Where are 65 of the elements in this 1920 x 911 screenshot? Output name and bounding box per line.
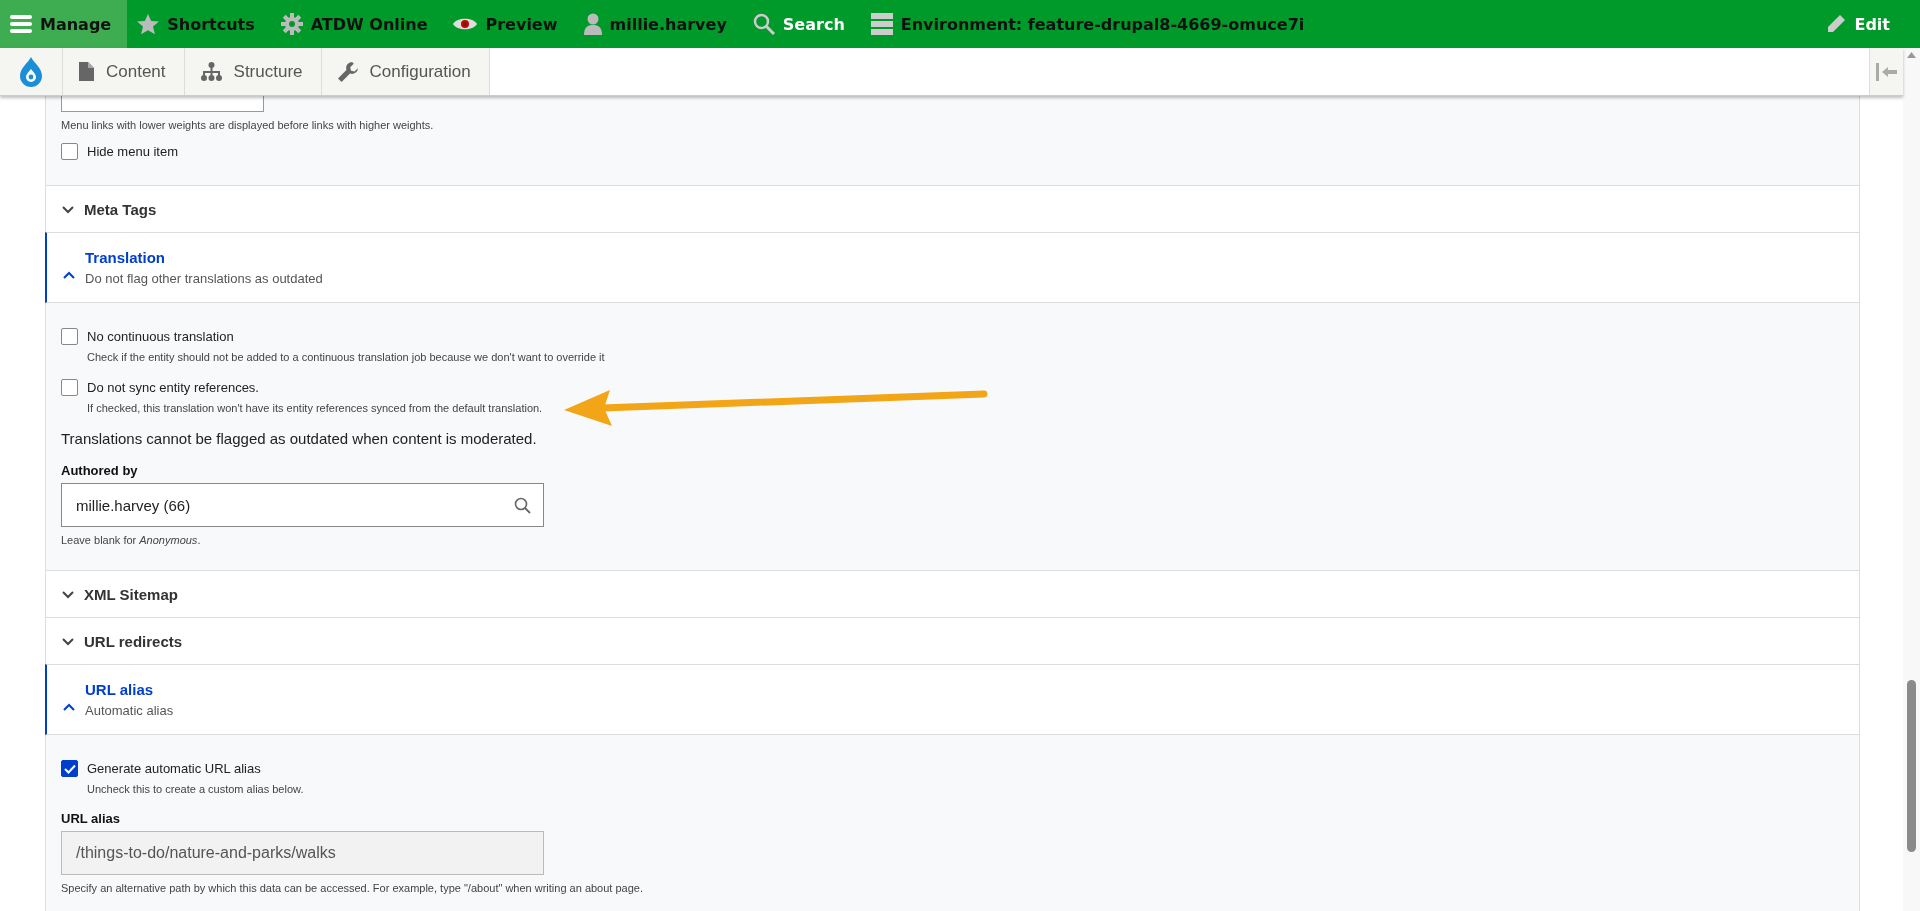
section-header[interactable]: Meta Tags [46,185,1859,232]
section-header[interactable]: URL redirects [46,617,1859,664]
checkbox[interactable] [61,760,78,777]
section-title: URL alias [85,681,155,698]
toolbar-tab[interactable]: Search [742,0,861,48]
checkbox[interactable] [61,379,78,396]
section-header[interactable]: Translation Do not flag other translations as outdated [45,232,1859,303]
field-description: If checked, this translation won't have its entity references synced from the default translation. [87,402,544,414]
menu-icon [10,14,32,34]
pencil-icon [1826,14,1847,34]
edit-button[interactable]: Edit [1816,0,1920,48]
toolbar-tab[interactable]: Manage [0,0,128,48]
settings-icon [280,13,303,35]
field-description: Menu links with lower weights are displayed before links with higher weights. [61,119,435,131]
drop-logo-icon[interactable] [19,56,43,87]
section-header[interactable]: URL alias Automatic alias [45,664,1859,735]
eye-icon [453,17,478,31]
chevron-down-icon [62,638,74,646]
field-label: URL alias [61,811,121,826]
input-value: /things-to-do/nature-and-parks/walks [76,844,336,862]
collapse-icon[interactable] [1875,62,1898,81]
star-icon [137,13,160,35]
toolbar-tab[interactable]: Environment: feature-drupal8-4669-omuce7i [860,0,1321,48]
input-value: millie.harvey (66) [76,496,191,514]
document-icon [79,62,94,81]
section-title: XML Sitemap [84,585,178,603]
section-title: URL redirects [84,632,183,650]
chevron-up-icon [63,702,75,711]
toolbar-tab[interactable]: ATDW Online [270,0,444,48]
toolbar-tab[interactable]: Shortcuts [127,0,271,48]
toolbar-tab[interactable]: millie.harvey [573,0,743,48]
checkbox[interactable] [61,143,78,160]
chevron-down-icon [62,206,74,214]
chevron-up-icon [63,270,75,279]
field-description: Check if the entity should not be added to a continuous translation job because we don't want to override it [87,351,606,363]
notice-text: Translations cannot be flagged as outdated when content is moderated. [61,430,538,447]
checkbox-label: Hide menu item [87,144,179,159]
section-title: Meta Tags [84,200,157,218]
tray-menu-item[interactable]: Content [63,48,185,95]
field-description: Leave blank for Anonymous. [61,534,202,546]
section-header[interactable]: XML Sitemap [46,570,1859,617]
tray-menu-item[interactable]: Structure [184,48,322,95]
section-title: Translation [85,249,167,266]
sitemap-icon [200,62,222,81]
section-summary: Automatic alias [85,703,174,718]
wrench-icon [337,61,358,82]
section-summary: Do not flag other translations as outdated [85,271,323,286]
checkbox-label: Generate automatic URL alias [87,761,261,776]
checkbox[interactable] [61,328,78,345]
field-label: Authored by [61,463,139,478]
tray-menu-item[interactable]: Configuration [321,48,490,95]
field-description: Uncheck this to create a custom alias below. [87,783,305,795]
search-icon [514,496,531,514]
scroll-up-icon[interactable] [1907,52,1916,58]
field-description: Specify an alternative path by which this data can be accessed. For example, type "/about" when writing an about page. [61,882,644,894]
chevron-down-icon [62,591,74,599]
input-field[interactable] [61,96,264,112]
checkbox-label: Do not sync entity references. [87,380,259,395]
toolbar-tab[interactable]: Preview [443,0,574,48]
scrollbar-thumb[interactable] [1907,680,1916,852]
checkbox-label: No continuous translation [87,329,234,344]
user-icon [583,13,602,35]
input-field[interactable]: millie.harvey (66) [61,483,544,527]
search-icon [752,13,775,35]
server-icon [870,13,893,35]
